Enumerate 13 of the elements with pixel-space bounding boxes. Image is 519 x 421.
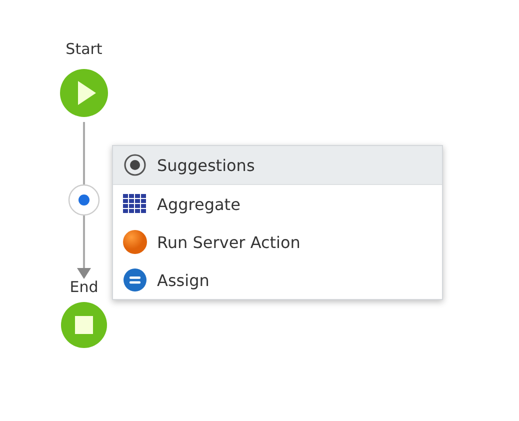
end-node[interactable]	[61, 302, 107, 348]
menu-header: Suggestions	[113, 146, 442, 185]
menu-item[interactable]: Run Server Action	[113, 223, 442, 261]
start-label: Start	[64, 40, 104, 58]
menu-item[interactable]: Aggregate	[113, 185, 442, 223]
menu-item[interactable]: Assign	[113, 261, 442, 299]
equals-icon	[123, 268, 147, 292]
end-label: End	[68, 278, 100, 296]
grid-icon	[123, 194, 147, 214]
circle-icon	[123, 230, 147, 254]
start-node[interactable]	[60, 69, 108, 117]
drop-target[interactable]	[68, 184, 100, 216]
radio-icon	[123, 153, 147, 177]
